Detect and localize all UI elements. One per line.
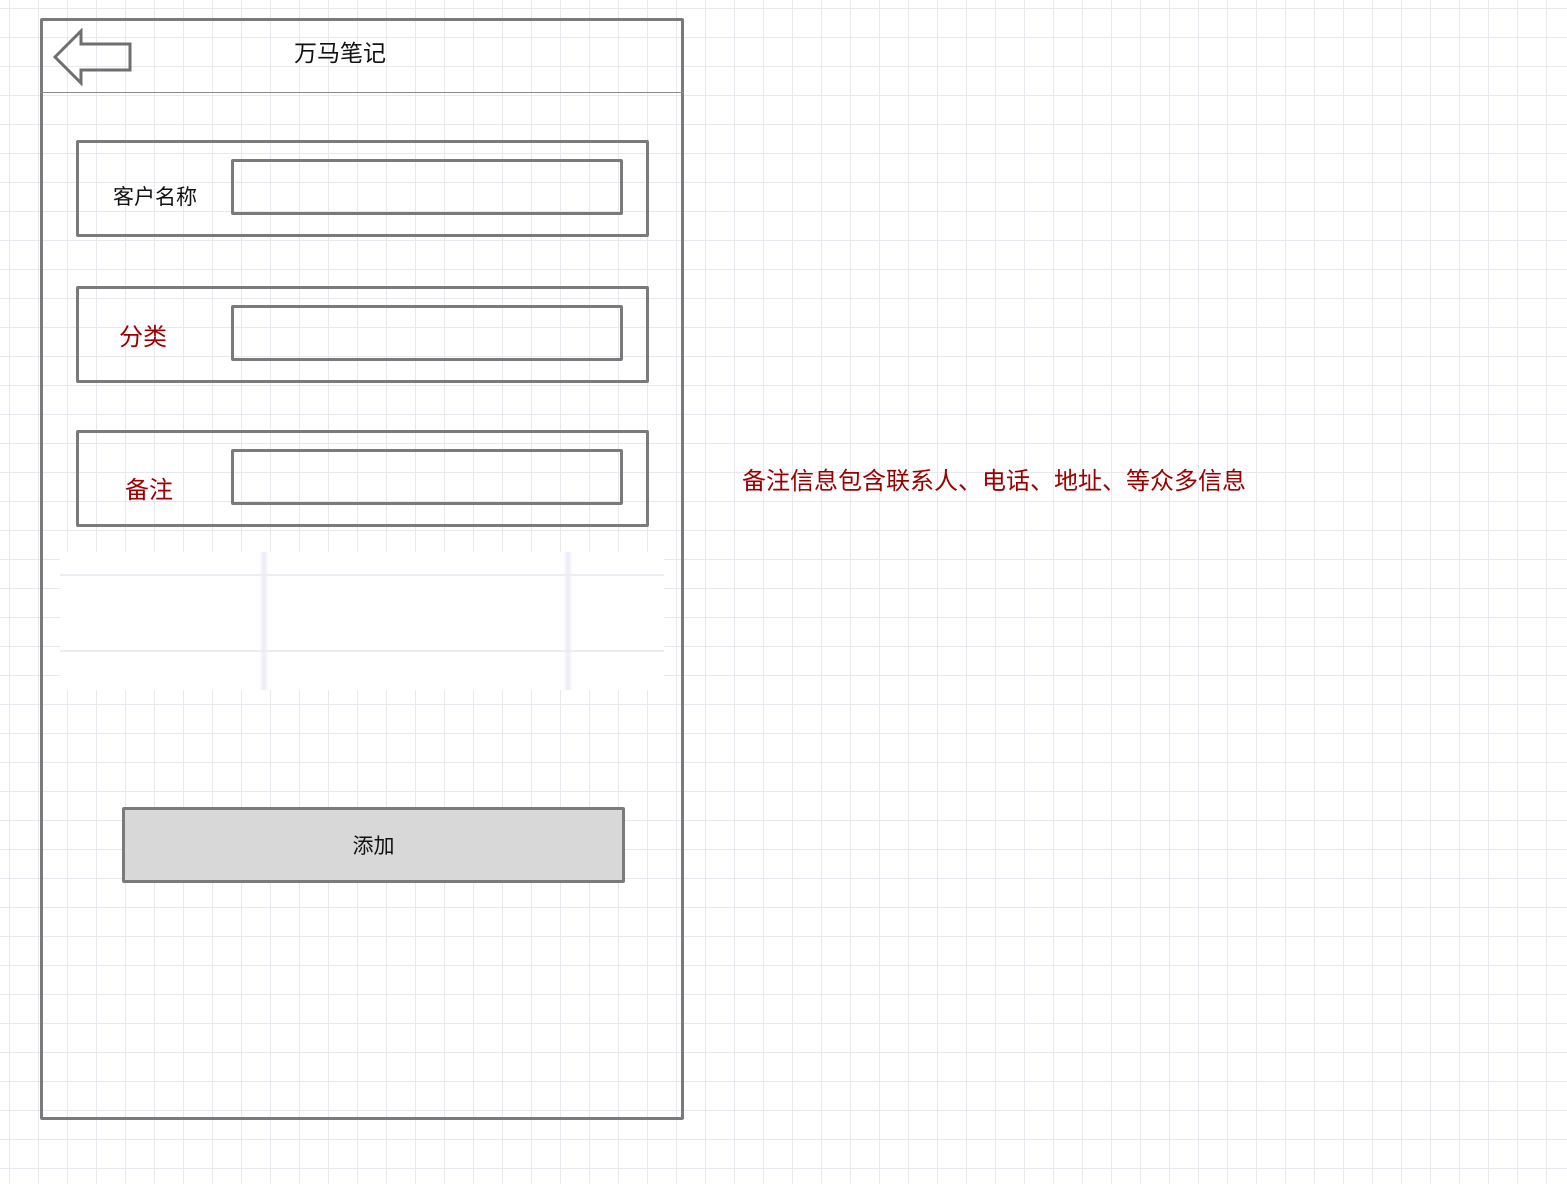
- page-title: 万马笔记: [294, 41, 386, 67]
- customer-name-input[interactable]: [231, 159, 623, 215]
- remark-annotation: 备注信息包含联系人、电话、地址、等众多信息: [742, 467, 1246, 495]
- back-button[interactable]: [52, 27, 134, 87]
- remark-label: 备注: [125, 476, 173, 504]
- ghost-divider: [60, 650, 664, 652]
- header-divider: [40, 92, 684, 93]
- category-input[interactable]: [231, 305, 623, 361]
- remark-row: 备注: [76, 430, 649, 527]
- placeholder-area: [60, 552, 664, 690]
- ghost-divider: [60, 574, 664, 576]
- category-row: 分类: [76, 286, 649, 383]
- arrow-left-icon: [52, 27, 132, 87]
- add-button[interactable]: 添加: [122, 807, 625, 883]
- ghost-divider: [259, 552, 269, 690]
- ghost-divider: [563, 552, 573, 690]
- customer-name-label: 客户名称: [113, 185, 197, 209]
- remark-input[interactable]: [231, 449, 623, 505]
- customer-name-row: 客户名称: [76, 140, 649, 237]
- category-label: 分类: [119, 323, 167, 351]
